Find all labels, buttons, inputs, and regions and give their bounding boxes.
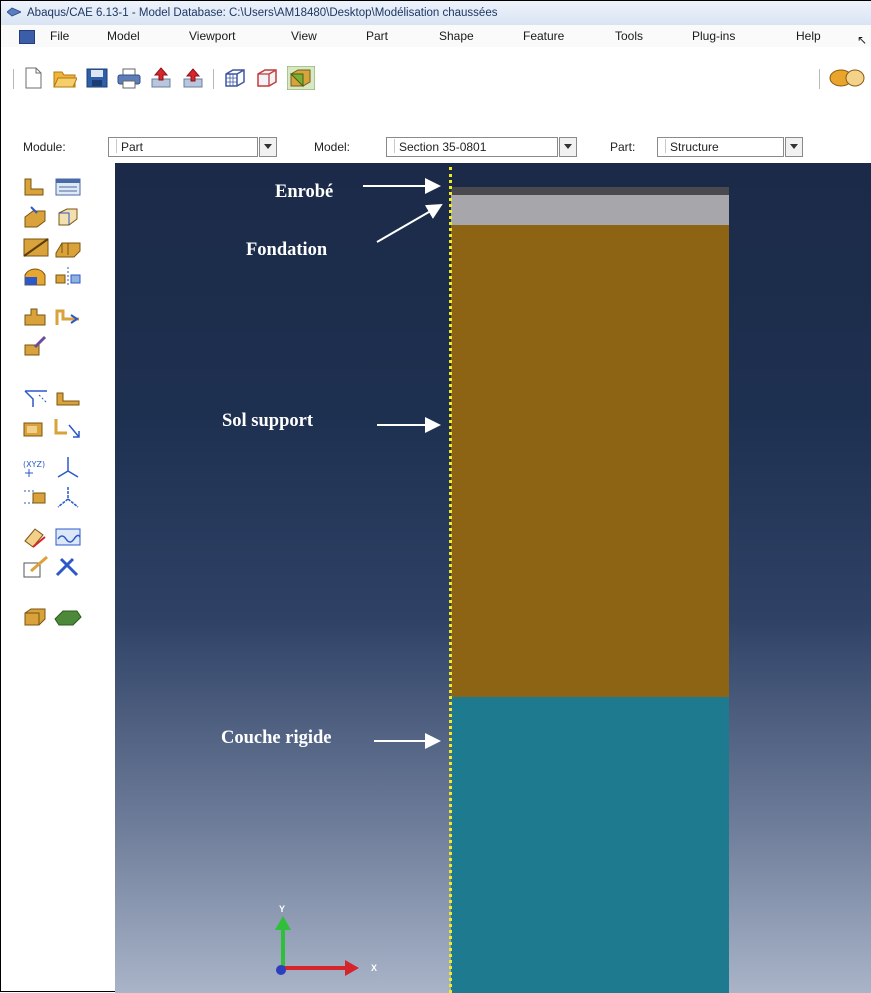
menu-feature[interactable]: Feature <box>523 25 564 47</box>
axis-triad <box>275 916 359 976</box>
module-label: Module: <box>23 140 66 154</box>
module-combo[interactable]: Part <box>108 137 277 157</box>
y-axis-label: Y <box>279 904 286 914</box>
export-icon[interactable] <box>181 67 205 89</box>
z-axis-dot-icon <box>276 965 286 975</box>
menu-model[interactable]: Model <box>107 25 140 47</box>
feature-manager-icon[interactable] <box>21 555 51 579</box>
part-manager-icon[interactable] <box>53 175 83 199</box>
create-part-icon[interactable] <box>21 175 51 199</box>
combo-spin <box>110 139 117 153</box>
toolbar-separator <box>213 69 214 89</box>
new-file-icon[interactable] <box>21 67 45 89</box>
chevron-down-icon <box>564 144 572 149</box>
datum-csys-icon[interactable] <box>53 455 83 479</box>
abaqus-app-icon <box>7 7 21 17</box>
model-label: Model: <box>314 140 351 154</box>
import-icon[interactable] <box>149 67 173 89</box>
menu-viewport[interactable]: Viewport <box>189 25 235 47</box>
datum-axis-icon[interactable] <box>53 415 83 439</box>
y-arrowhead-icon <box>275 916 291 930</box>
menu-help[interactable]: Help <box>796 25 821 47</box>
module-dropdown-button[interactable] <box>259 137 277 157</box>
fondation-arrow <box>376 203 443 243</box>
menu-plug-ins[interactable]: Plug-ins <box>692 25 735 47</box>
part-toolbox: (XYZ) <box>1 163 115 991</box>
x-axis-label: X <box>371 963 378 973</box>
partition-face-icon[interactable] <box>21 385 51 409</box>
part-dropdown-button[interactable] <box>785 137 803 157</box>
main-toolbar <box>1 47 871 113</box>
query-tool-icon[interactable] <box>53 525 83 549</box>
menu-bar: File Model Viewport View Part Shape Feat… <box>1 25 871 47</box>
menu-shape[interactable]: Shape <box>439 25 474 47</box>
edit-sketch-icon[interactable] <box>21 335 51 359</box>
render-shaded-icon[interactable] <box>287 66 315 90</box>
assign-material-icon[interactable] <box>53 605 83 629</box>
wire-icon[interactable] <box>53 305 83 329</box>
render-hidden-icon[interactable] <box>255 67 279 89</box>
menu-file[interactable]: File <box>50 25 69 47</box>
toolbar-separator <box>13 69 14 89</box>
window-title: Abaqus/CAE 6.13-1 - Model Database: C:\U… <box>27 7 498 19</box>
combo-spin <box>659 139 666 153</box>
viewport[interactable]: Enrobé Fondation Sol support Couche rigi… <box>115 163 871 993</box>
render-wireframe-icon[interactable] <box>223 67 247 89</box>
datum-plane-icon[interactable]: (XYZ) <box>21 455 51 479</box>
mesh-icon[interactable] <box>21 525 51 549</box>
assign-section-icon[interactable] <box>21 605 51 629</box>
part-value: Structure <box>670 140 719 154</box>
menu-part[interactable]: Part <box>366 25 388 47</box>
query-icon[interactable] <box>827 67 871 89</box>
extrude-solid-icon[interactable] <box>21 205 51 229</box>
open-folder-icon[interactable] <box>53 67 77 89</box>
chevron-down-icon <box>264 144 272 149</box>
svg-text:(XYZ): (XYZ) <box>23 460 45 469</box>
partition-cell-icon[interactable] <box>53 385 83 409</box>
annotation-arrows <box>363 178 443 749</box>
context-bar: Module: Part Model: Section 35-0801 Part… <box>1 113 871 163</box>
tool-set-icon[interactable] <box>53 485 83 509</box>
model-combo[interactable]: Section 35-0801 <box>386 137 577 157</box>
sweep-icon[interactable] <box>53 235 83 259</box>
repair-icon[interactable] <box>21 485 51 509</box>
mirror-icon[interactable] <box>53 265 83 289</box>
toolbar-separator <box>819 69 820 89</box>
chevron-down-icon <box>790 144 798 149</box>
save-icon[interactable] <box>85 67 109 89</box>
blend-icon[interactable] <box>21 265 51 289</box>
model-dropdown-button[interactable] <box>559 137 577 157</box>
title-bar: Abaqus/CAE 6.13-1 - Model Database: C:\U… <box>1 1 871 25</box>
menu-view[interactable]: View <box>291 25 317 47</box>
system-menu-icon[interactable] <box>19 30 35 44</box>
part-combo[interactable]: Structure <box>657 137 803 157</box>
x-arrowhead-icon <box>345 960 359 976</box>
datum-point-icon[interactable] <box>21 415 51 439</box>
part-label: Part: <box>610 140 636 154</box>
module-value: Part <box>121 140 144 154</box>
window-frame: Abaqus/CAE 6.13-1 - Model Database: C:\U… <box>0 0 871 993</box>
revolve-icon[interactable] <box>53 205 83 229</box>
model-value: Section 35-0801 <box>399 140 487 154</box>
shell-icon[interactable] <box>21 305 51 329</box>
cut-extrude-icon[interactable] <box>21 235 51 259</box>
print-icon[interactable] <box>117 67 141 89</box>
menu-tools[interactable]: Tools <box>615 25 643 47</box>
combo-spin <box>388 139 395 153</box>
set-tool-icon[interactable] <box>53 555 83 579</box>
